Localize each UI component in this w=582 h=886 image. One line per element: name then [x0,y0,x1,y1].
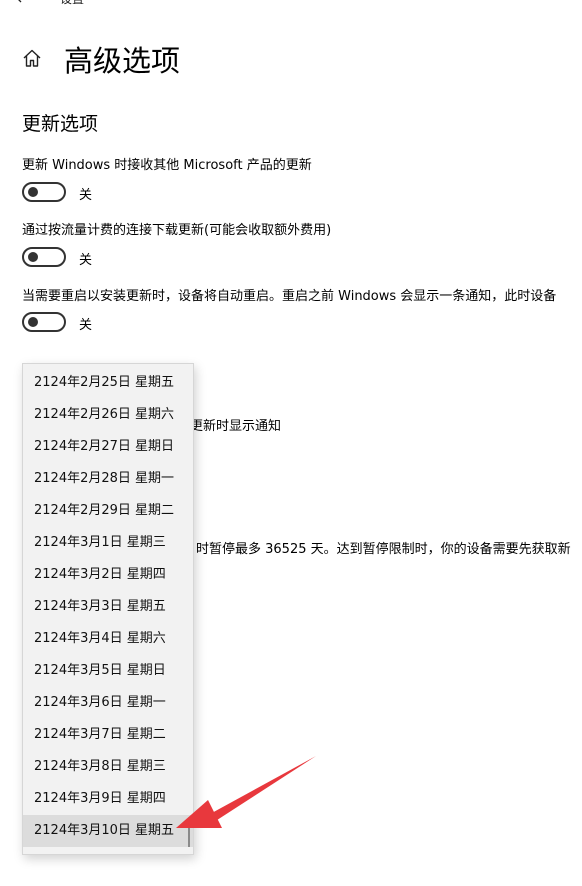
dropdown-item[interactable]: 2124年2月26日 星期六 [23,399,193,431]
dropdown-item[interactable]: 2124年2月28日 星期一 [23,463,193,495]
option-label-metered: 通过按流量计费的连接下载更新(可能会收取额外费用) [22,223,332,238]
option-label-other-products: 更新 Windows 时接收其他 Microsoft 产品的更新 [22,158,312,173]
dropdown-item-selected[interactable]: 2124年3月10日 星期五 [23,815,193,847]
dropdown-item[interactable]: 2124年3月1日 星期三 [23,527,193,559]
pause-description: 时暂停最多 36525 天。达到暂停限制时，你的设备需要先获取新 [196,542,571,557]
toggle-auto-restart[interactable] [22,312,66,332]
dropdown-item[interactable]: 2124年3月5日 星期日 [23,655,193,687]
toggle-state-label: 关 [79,318,93,333]
dropdown-item[interactable]: 2124年2月29日 星期二 [23,495,193,527]
dropdown-item[interactable]: 2124年2月25日 星期五 [23,367,193,399]
page-title: 高级选项 [64,44,181,78]
toggle-knob [28,252,38,262]
dropdown-item[interactable]: 2124年3月6日 星期一 [23,687,193,719]
dropdown-item[interactable]: 2124年3月8日 星期三 [23,751,193,783]
dropdown-item[interactable]: 2124年3月2日 星期四 [23,559,193,591]
home-icon[interactable] [22,48,42,68]
option-label-auto-restart: 当需要重启以安装更新时，设备将自动重启。重启之前 Windows 会显示一条通知… [22,289,557,304]
dropdown-item[interactable]: 2124年3月4日 星期六 [23,623,193,655]
title-bar: 设置 [0,0,582,12]
toggle-state-label: 关 [79,253,93,268]
dropdown-item[interactable]: 2124年3月3日 星期五 [23,591,193,623]
pause-date-dropdown[interactable]: 2124年2月25日 星期五 2124年2月26日 星期六 2124年2月27日… [22,363,194,855]
back-arrow-icon[interactable] [14,0,30,6]
toggle-other-products[interactable] [22,182,66,202]
toggle-knob [28,187,38,197]
toggle-knob [28,317,38,327]
dropdown-item[interactable]: 2124年3月9日 星期四 [23,783,193,815]
notify-option-label: 更新时显示通知 [190,419,282,434]
settings-page: 设置 高级选项 更新选项 更新 Windows 时接收其他 Microsoft … [0,0,582,886]
window-title: 设置 [60,0,84,7]
dropdown-item[interactable]: 2124年2月27日 星期日 [23,431,193,463]
toggle-metered[interactable] [22,247,66,267]
dropdown-scrollbar[interactable] [188,825,190,847]
dropdown-item[interactable]: 2124年3月7日 星期二 [23,719,193,751]
section-title: 更新选项 [22,113,99,135]
toggle-state-label: 关 [79,188,93,203]
